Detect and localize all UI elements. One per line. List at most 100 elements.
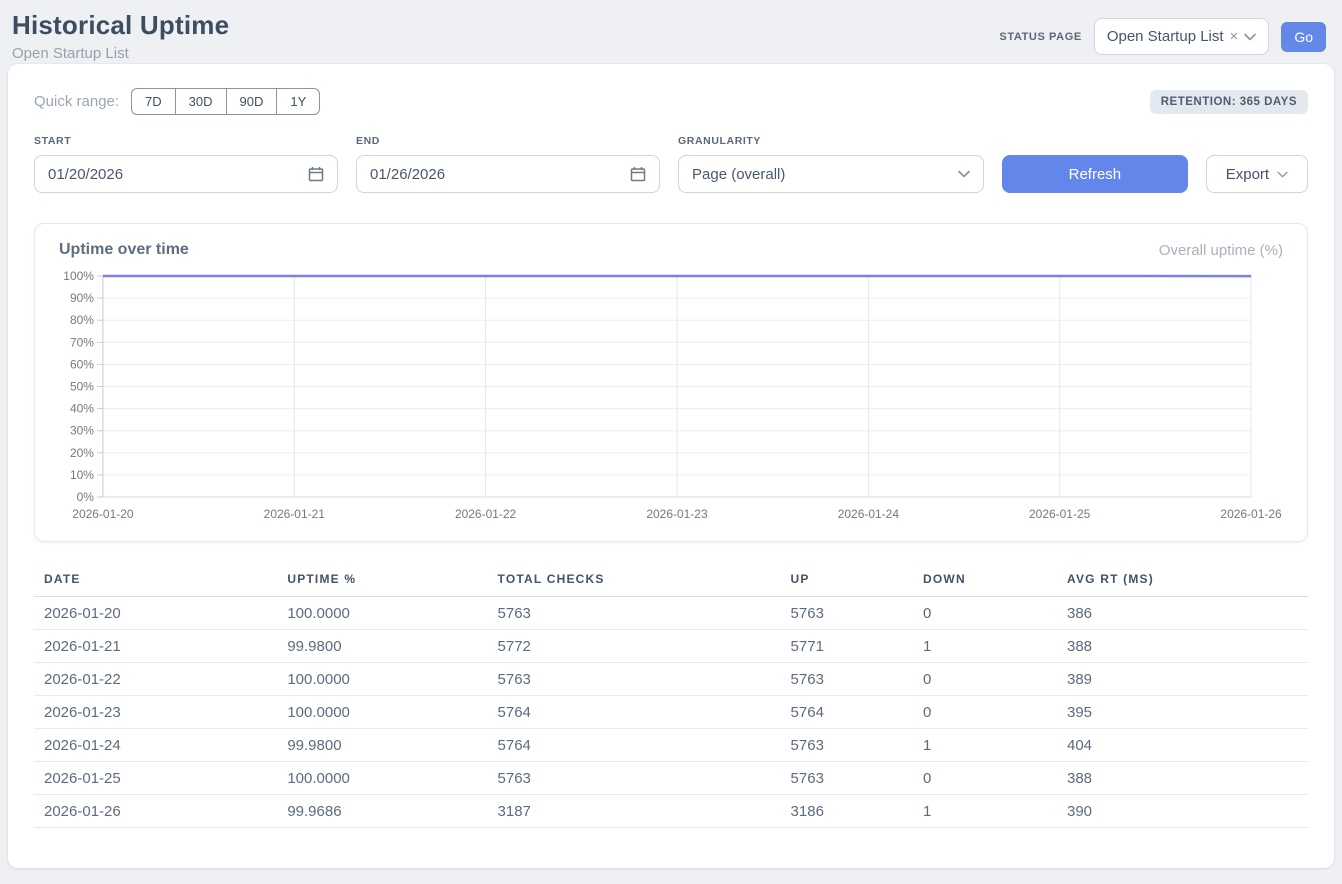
calendar-icon[interactable]	[630, 166, 646, 182]
table-cell: 5763	[488, 663, 781, 696]
retention-badge: RETENTION: 365 DAYS	[1150, 90, 1308, 114]
uptime-chart-card: Uptime over time Overall uptime (%) 100%…	[34, 223, 1308, 542]
start-date-input[interactable]: 01/20/2026	[34, 155, 338, 193]
clear-selection-icon[interactable]: ×	[1230, 29, 1239, 44]
svg-text:2026-01-25: 2026-01-25	[1029, 507, 1091, 521]
table-row: 2026-01-23100.0000576457640395	[34, 696, 1308, 729]
table-cell: 0	[913, 663, 1057, 696]
table-cell: 5763	[781, 762, 913, 795]
chevron-down-icon	[958, 170, 970, 178]
table-cell: 2026-01-22	[34, 663, 277, 696]
svg-text:40%: 40%	[70, 402, 94, 416]
table-cell: 388	[1057, 630, 1308, 663]
table-cell: 2026-01-26	[34, 795, 277, 828]
table-cell: 99.9800	[277, 729, 487, 762]
svg-text:2026-01-23: 2026-01-23	[646, 507, 708, 521]
svg-text:80%: 80%	[70, 313, 94, 327]
svg-text:90%: 90%	[70, 291, 94, 305]
quick-range-group: 7D30D90D1Y	[131, 88, 320, 115]
column-header: DATE	[34, 566, 277, 597]
calendar-icon[interactable]	[308, 166, 324, 182]
status-page-select[interactable]: Open Startup List ×	[1094, 18, 1270, 55]
table-row: 2026-01-2199.9800577257711388	[34, 630, 1308, 663]
svg-text:60%: 60%	[70, 357, 94, 371]
quick-range-90d[interactable]: 90D	[226, 88, 278, 115]
header-controls: STATUS PAGE Open Startup List × Go	[999, 18, 1326, 55]
table-cell: 1	[913, 729, 1057, 762]
table-cell: 100.0000	[277, 696, 487, 729]
table-header-row: DATEUPTIME %TOTAL CHECKSUPDOWNAVG RT (MS…	[34, 566, 1308, 597]
table-cell: 2026-01-23	[34, 696, 277, 729]
title-block: Historical Uptime Open Startup List	[12, 10, 229, 62]
table-cell: 0	[913, 696, 1057, 729]
table-cell: 3186	[781, 795, 913, 828]
column-header: UP	[781, 566, 913, 597]
svg-text:70%: 70%	[70, 335, 94, 349]
quick-range-label: Quick range:	[34, 93, 119, 110]
export-button[interactable]: Export	[1206, 155, 1308, 193]
start-date-label: START	[34, 135, 338, 147]
column-header: TOTAL CHECKS	[488, 566, 781, 597]
table-cell: 0	[913, 597, 1057, 630]
svg-text:0%: 0%	[77, 490, 95, 504]
table-row: 2026-01-22100.0000576357630389	[34, 663, 1308, 696]
quick-range-30d[interactable]: 30D	[175, 88, 227, 115]
granularity-label: GRANULARITY	[678, 135, 984, 147]
end-date-value: 01/26/2026	[370, 166, 445, 183]
quick-range-1y[interactable]: 1Y	[276, 88, 320, 115]
svg-text:30%: 30%	[70, 424, 94, 438]
table-cell: 390	[1057, 795, 1308, 828]
table-cell: 5764	[781, 696, 913, 729]
table-cell: 1	[913, 795, 1057, 828]
svg-text:50%: 50%	[70, 379, 94, 393]
svg-text:2026-01-21: 2026-01-21	[264, 507, 326, 521]
refresh-button[interactable]: Refresh	[1002, 155, 1188, 193]
end-date-input[interactable]: 01/26/2026	[356, 155, 660, 193]
column-header: UPTIME %	[277, 566, 487, 597]
table-cell: 5771	[781, 630, 913, 663]
table-cell: 5763	[488, 597, 781, 630]
table-cell: 5772	[488, 630, 781, 663]
table-cell: 3187	[488, 795, 781, 828]
table-cell: 100.0000	[277, 762, 487, 795]
chart-title: Uptime over time	[59, 241, 189, 259]
page-subtitle: Open Startup List	[12, 45, 229, 62]
table-cell: 99.9800	[277, 630, 487, 663]
column-header: DOWN	[913, 566, 1057, 597]
table-row: 2026-01-25100.0000576357630388	[34, 762, 1308, 795]
table-row: 2026-01-20100.0000576357630386	[34, 597, 1308, 630]
table-cell: 404	[1057, 729, 1308, 762]
granularity-selected-value: Page (overall)	[692, 166, 785, 183]
page-title: Historical Uptime	[12, 10, 229, 41]
table-cell: 5763	[488, 762, 781, 795]
quick-range-row: Quick range: 7D30D90D1Y RETENTION: 365 D…	[34, 88, 1308, 115]
svg-text:10%: 10%	[70, 468, 94, 482]
svg-text:2026-01-22: 2026-01-22	[455, 507, 517, 521]
table-cell: 5763	[781, 729, 913, 762]
table-cell: 389	[1057, 663, 1308, 696]
table-cell: 395	[1057, 696, 1308, 729]
table-cell: 100.0000	[277, 663, 487, 696]
svg-text:100%: 100%	[63, 269, 94, 283]
uptime-chart: 100%90%80%70%60%50%40%30%20%10%0%2026-01…	[59, 267, 1283, 525]
table-row: 2026-01-2499.9800576457631404	[34, 729, 1308, 762]
chevron-down-icon	[1244, 33, 1256, 41]
end-date-label: END	[356, 135, 660, 147]
table-cell: 100.0000	[277, 597, 487, 630]
table-row: 2026-01-2699.9686318731861390	[34, 795, 1308, 828]
table-cell: 388	[1057, 762, 1308, 795]
svg-text:2026-01-20: 2026-01-20	[72, 507, 134, 521]
filter-row: START 01/20/2026 END 01/26/2026 GRANULAR…	[34, 135, 1308, 193]
table-cell: 386	[1057, 597, 1308, 630]
chart-legend: Overall uptime (%)	[1159, 242, 1283, 259]
go-button[interactable]: Go	[1281, 22, 1326, 52]
table-cell: 2026-01-21	[34, 630, 277, 663]
column-header: AVG RT (MS)	[1057, 566, 1308, 597]
table-cell: 5763	[781, 663, 913, 696]
quick-range-7d[interactable]: 7D	[131, 88, 176, 115]
table-cell: 2026-01-20	[34, 597, 277, 630]
main-panel: Quick range: 7D30D90D1Y RETENTION: 365 D…	[8, 64, 1334, 868]
status-page-label: STATUS PAGE	[999, 31, 1081, 43]
granularity-select[interactable]: Page (overall)	[678, 155, 984, 193]
svg-text:2026-01-24: 2026-01-24	[838, 507, 900, 521]
